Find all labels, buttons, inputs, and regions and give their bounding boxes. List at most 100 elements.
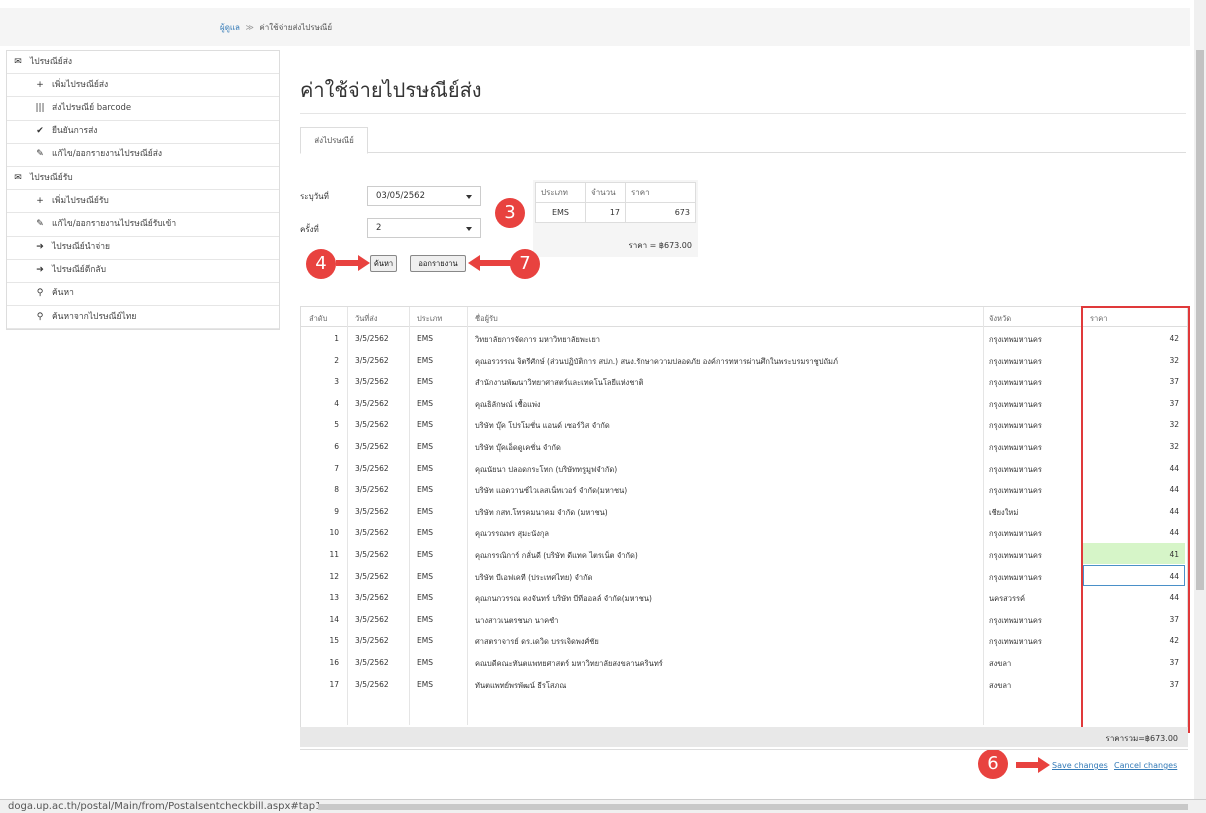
- table-row[interactable]: 16 3/5/2562 EMS คณบดีคณะทันตแพทยศาสตร์ มหาว…: [301, 651, 1187, 673]
- cell-order: 16: [329, 657, 339, 667]
- table-row[interactable]: 5 3/5/2562 EMS บริษัท บุ๊ค โปรโมชั่น แอนด์ …: [301, 413, 1187, 435]
- header-sent-date: วันที่ส่ง: [355, 314, 378, 323]
- table-row[interactable]: 12 3/5/2562 EMS บริษัท บีเอฟเคที (ประเทศไทย…: [301, 564, 1187, 587]
- cell-province: กรุงเทพมหานคร: [989, 356, 1042, 366]
- scrollbar-thumb[interactable]: [1196, 50, 1204, 590]
- table-row[interactable]: 8 3/5/2562 EMS บริษัท แอดวานซ์ไวเลสเน็ทเวอร…: [301, 478, 1187, 500]
- round-select[interactable]: 2: [367, 218, 481, 238]
- cell-recipient: คุณกรรณิการ์ กลั่นดี (บริษัท ดีแทค ไตรเน…: [475, 550, 638, 560]
- sidebar-item-11[interactable]: ⚲ ค้นหาจากไปรษณีย์ไทย: [7, 306, 279, 330]
- date-select[interactable]: 03/05/2562: [367, 186, 481, 206]
- breadcrumb: ผู้ดูแล ≫ ค่าใช้จ่ายส่งไปรษณีย์: [0, 8, 1190, 46]
- table-body: 1 3/5/2562 EMS วิทยาลัยการจัดการ มหาวิทยาลั…: [301, 327, 1187, 694]
- sidebar-item-9[interactable]: ➔ ไปรษณีย์ตีกลับ: [7, 260, 279, 283]
- sidebar-item-4[interactable]: ✎ แก้ไข/ออกรายงานไปรษณีย์ส่ง: [7, 144, 279, 167]
- cell-recipient: บริษัท กสท.โทรคมนาคม จำกัด (มหาชน): [475, 507, 608, 517]
- cell-type: EMS: [417, 377, 433, 387]
- cell-province: สงขลา: [989, 658, 1012, 668]
- table-row[interactable]: 9 3/5/2562 EMS บริษัท กสท.โทรคมนาคม จำกัด (…: [301, 500, 1187, 522]
- table-row[interactable]: 6 3/5/2562 EMS บริษัท บุ๊คเอ็ดดูเคชั่น จำกั…: [301, 435, 1187, 457]
- table-row[interactable]: 1 3/5/2562 EMS วิทยาลัยการจัดการ มหาวิทยาลั…: [301, 327, 1187, 349]
- header-recipient: ชื่อผู้รับ: [475, 314, 498, 323]
- cell-type: EMS: [417, 636, 433, 646]
- sidebar-item-7[interactable]: ✎ แก้ไข/ออกรายงานไปรษณีย์รับเข้า: [7, 213, 279, 237]
- cell-type: EMS: [417, 549, 433, 559]
- cell-sent-date: 3/5/2562: [355, 334, 389, 343]
- summary-total: ราคา = ฿673.00: [628, 241, 692, 250]
- menu-icon: ✎: [36, 218, 44, 229]
- cell-recipient: นางสาวเนตรชนก นาคชำ: [475, 615, 559, 625]
- header-type: ประเภท: [417, 314, 443, 323]
- cell-recipient: คณบดีคณะทันตแพทยศาสตร์ มหาวิทยาลัยสงขลาน…: [475, 658, 663, 668]
- annotation-badge-7: 7: [510, 249, 540, 279]
- footer-divider: [300, 749, 1188, 750]
- table-row[interactable]: 3 3/5/2562 EMS สำนักงานพัฒนาวิทยาศาสตร์และเ…: [301, 370, 1187, 392]
- cell-recipient: คุณอรวรรณ จิตรีศักษ์ (ส่วนปฏิบัติการ สปภ…: [475, 356, 838, 366]
- tab-send-postal[interactable]: ส่งไปรษณีย์: [300, 127, 368, 154]
- cell-sent-date: 3/5/2562: [355, 355, 389, 365]
- summary-table: ประเภท จำนวน ราคา EMS 17 673: [535, 182, 696, 223]
- sidebar-item-0[interactable]: ✉ ไปรษณีย์ส่ง: [7, 51, 279, 75]
- cell-recipient: สำนักงานพัฒนาวิทยาศาสตร์และเทคโนโลยีแห่ง…: [475, 378, 644, 388]
- table-row[interactable]: 10 3/5/2562 EMS คุณวรรณพร สุมะนังกุล กรุงเทพ…: [301, 521, 1187, 543]
- table-row[interactable]: 4 3/5/2562 EMS คุณธิลักษณ์ เชื้อแพ่ง กรุงเทพ…: [301, 392, 1187, 414]
- summary-type: EMS: [535, 202, 586, 223]
- sidebar-item-6[interactable]: + เพิ่มไปรษณีย์รับ: [7, 190, 279, 214]
- cell-province: กรุงเทพมหานคร: [989, 572, 1042, 582]
- cell-sent-date: 3/5/2562: [355, 441, 389, 451]
- cell-recipient: วิทยาลัยการจัดการ มหาวิทยาลัยพะเยา: [475, 335, 600, 344]
- cell-province: กรุงเทพมหานคร: [989, 550, 1042, 560]
- sidebar-item-label: ยืนยันการส่ง: [52, 126, 98, 137]
- round-select-value: 2: [376, 223, 382, 233]
- table-row[interactable]: 17 3/5/2562 EMS ทันตแพทย์พรพัฒน์ ธีรโสภณ สงข…: [301, 673, 1187, 695]
- cell-type: EMS: [417, 485, 433, 495]
- sidebar-item-5[interactable]: ✉ ไปรษณีย์รับ: [7, 167, 279, 191]
- menu-icon: |||: [35, 102, 45, 113]
- cell-order: 1: [334, 334, 339, 343]
- cell-sent-date: 3/5/2562: [355, 571, 389, 581]
- sidebar-item-label: แก้ไข/ออกรายงานไปรษณีย์ส่ง: [52, 149, 163, 160]
- sidebar-item-10[interactable]: ⚲ ค้นหา: [7, 283, 279, 307]
- table-row[interactable]: 2 3/5/2562 EMS คุณอรวรรณ จิตรีศักษ์ (ส่วนปฏ…: [301, 349, 1187, 371]
- vertical-scrollbar[interactable]: [1194, 0, 1206, 800]
- annotation-badge-6: 6: [978, 749, 1008, 779]
- cell-recipient: ศาสตราจารย์ ดร.เดวิด บรรเจิดพงศ์ชัย: [475, 637, 599, 647]
- breadcrumb-home-link[interactable]: ผู้ดูแล: [220, 23, 240, 32]
- table-row[interactable]: 14 3/5/2562 EMS นางสาวเนตรชนก นาคชำ กรุงเทพม…: [301, 608, 1187, 630]
- menu-icon: ➔: [36, 265, 44, 276]
- table-row[interactable]: 15 3/5/2562 EMS ศาสตราจารย์ ดร.เดวิด บรรเจิ…: [301, 629, 1187, 651]
- sidebar-item-8[interactable]: ➔ ไปรษณีย์นำจ่าย: [7, 237, 279, 260]
- cancel-changes-link[interactable]: Cancel changes: [1114, 761, 1177, 770]
- header-order: ลำดับ: [309, 314, 328, 323]
- sidebar-item-1[interactable]: + เพิ่มไปรษณีย์ส่ง: [7, 74, 279, 98]
- sidebar-item-label: ไปรษณีย์ตีกลับ: [52, 265, 106, 276]
- sidebar-item-3[interactable]: ✔ ยืนยันการส่ง: [7, 121, 279, 144]
- sidebar-item-2[interactable]: ||| ส่งไปรษณีย์ barcode: [7, 97, 279, 121]
- search-button[interactable]: ค้นหา: [370, 255, 397, 272]
- sidebar-item-label: ค้นหา: [52, 288, 74, 299]
- menu-icon: ➔: [36, 242, 44, 253]
- save-changes-link[interactable]: Save changes: [1052, 761, 1108, 770]
- table-header: ลำดับ วันที่ส่ง ประเภท ชื่อผู้รับ จังหวั…: [301, 307, 1187, 327]
- price-column-highlight: [1081, 306, 1190, 733]
- table-row[interactable]: 13 3/5/2562 EMS คุณกนกวรรณ คงจันทร์ บริษัท …: [301, 586, 1187, 608]
- menu-icon: ⚲: [36, 311, 44, 322]
- table-row[interactable]: 7 3/5/2562 EMS คุณนัยนา ปลอดกระโทก (บริษัทท…: [301, 457, 1187, 479]
- sidebar-item-label: แก้ไข/ออกรายงานไปรษณีย์รับเข้า: [52, 218, 177, 229]
- envelope-icon: ✉: [14, 56, 22, 67]
- horizontal-scrollbar[interactable]: [318, 804, 1188, 810]
- cell-recipient: บริษัท แอดวานซ์ไวเลสเน็ทเวอร์ จำกัด(มหาช…: [475, 486, 628, 496]
- cell-sent-date: 3/5/2562: [355, 463, 389, 473]
- menu-icon: ✔: [36, 126, 44, 137]
- cell-province: กรุงเทพมหานคร: [989, 486, 1042, 496]
- cell-order: 8: [334, 485, 339, 495]
- cell-province: กรุงเทพมหานคร: [989, 399, 1042, 409]
- breadcrumb-current: ค่าใช้จ่ายส่งไปรษณีย์: [259, 23, 333, 32]
- report-button[interactable]: ออกรายงาน: [410, 255, 466, 272]
- cell-recipient: บริษัท บุ๊คเอ็ดดูเคชั่น จำกัด: [475, 442, 561, 452]
- cell-province: นครสวรรค์: [989, 594, 1026, 604]
- cell-type: EMS: [417, 614, 433, 624]
- round-label: ครั้งที่: [300, 225, 319, 234]
- cell-province: กรุงเทพมหานคร: [989, 442, 1042, 452]
- table-row[interactable]: 11 3/5/2562 EMS คุณกรรณิการ์ กลั่นดี (บริษั…: [301, 542, 1187, 565]
